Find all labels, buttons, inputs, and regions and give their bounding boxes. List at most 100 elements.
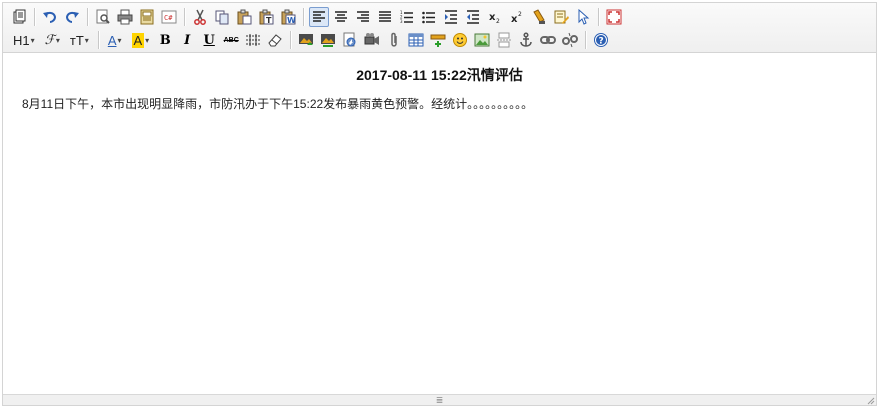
separator — [290, 31, 292, 49]
copy-icon — [215, 10, 229, 25]
anchor-button[interactable] — [516, 30, 536, 50]
print-icon — [117, 9, 133, 25]
template-button[interactable] — [137, 7, 157, 27]
table-button[interactable] — [406, 30, 426, 50]
unordered-list-button[interactable] — [419, 7, 439, 27]
align-left-button[interactable] — [309, 7, 329, 27]
horizontal-rule-button[interactable] — [243, 30, 263, 50]
ordered-list-button[interactable]: 123 — [397, 7, 417, 27]
align-justify-button[interactable] — [375, 7, 395, 27]
paste-text-icon: T — [259, 9, 274, 25]
indent-icon — [445, 10, 457, 24]
font-family-dropdown[interactable]: ℱ ▾ — [41, 30, 64, 50]
indent-button[interactable] — [441, 7, 461, 27]
subscript-button[interactable]: x2 — [485, 7, 505, 27]
unlink-button[interactable] — [560, 30, 580, 50]
fullscreen-button[interactable] — [604, 7, 624, 27]
align-center-icon — [335, 11, 347, 22]
cut-button[interactable] — [190, 7, 210, 27]
toolbar-row-1: C# T W 123 x2 x2 — [9, 6, 626, 28]
fullscreen-icon — [606, 9, 622, 25]
source-button[interactable] — [9, 7, 29, 27]
eraser-button[interactable] — [265, 30, 285, 50]
italic-label: I — [184, 32, 191, 48]
copy-button[interactable] — [212, 7, 232, 27]
redo-icon — [65, 11, 79, 23]
link-button[interactable] — [538, 30, 558, 50]
separator — [585, 31, 587, 49]
outdent-button[interactable] — [463, 7, 483, 27]
align-center-button[interactable] — [331, 7, 351, 27]
template-icon — [140, 9, 154, 25]
select-all-button[interactable] — [573, 7, 593, 27]
multi-image-button[interactable] — [318, 30, 338, 50]
help-button[interactable]: ? — [591, 30, 611, 50]
code-button[interactable]: C# — [159, 7, 179, 27]
insert-row-button[interactable] — [428, 30, 448, 50]
font-size-dropdown[interactable]: ᴛT ▾ — [66, 30, 93, 50]
ordered-list-icon: 123 — [400, 10, 413, 24]
superscript-button[interactable]: x2 — [507, 7, 527, 27]
resize-handle[interactable]: ≣ — [436, 395, 444, 405]
font-color-dropdown[interactable]: A ▾ — [104, 30, 126, 50]
heading-dropdown[interactable]: H1 ▾ — [9, 30, 39, 50]
format-painter-button[interactable] — [529, 7, 549, 27]
chevron-down-icon: ▾ — [55, 35, 60, 45]
svg-text:?: ? — [599, 37, 604, 47]
align-justify-icon — [379, 11, 391, 22]
page-break-button[interactable] — [494, 30, 514, 50]
smiley-icon — [453, 33, 468, 47]
image-gallery-button[interactable] — [472, 30, 492, 50]
editor-content-area[interactable]: 2017-08-11 15:22汛情评估 8月11日下午，本市出现明显降雨，市防… — [3, 53, 876, 395]
paste-icon — [237, 9, 252, 25]
font-size-label: ᴛT — [69, 32, 84, 48]
chevron-down-icon: ▾ — [30, 35, 35, 45]
chevron-down-icon: ▾ — [84, 35, 89, 45]
paste-word-button[interactable]: W — [278, 7, 298, 27]
link-icon — [540, 36, 557, 44]
align-right-button[interactable] — [353, 7, 373, 27]
svg-text:C#: C# — [164, 14, 173, 22]
video-icon — [364, 33, 380, 45]
align-right-icon — [357, 11, 369, 22]
underline-button[interactable]: U — [199, 30, 219, 50]
outdent-icon — [467, 10, 479, 24]
paste-text-button[interactable]: T — [256, 7, 276, 27]
preview-button[interactable] — [93, 7, 113, 27]
brush-icon — [533, 9, 545, 24]
flash-button[interactable] — [340, 30, 360, 50]
clear-format-button[interactable] — [551, 7, 571, 27]
emoticon-button[interactable] — [450, 30, 470, 50]
video-button[interactable] — [362, 30, 382, 50]
anchor-icon — [520, 32, 532, 47]
paste-button[interactable] — [234, 7, 254, 27]
background-color-label: A — [131, 32, 145, 48]
chevron-down-icon: ▾ — [145, 35, 150, 45]
toolbar-row-2: H1 ▾ ℱ ▾ ᴛT ▾ A ▾ A ▾ B I U ABC ? — [9, 29, 613, 51]
underline-label: U — [203, 32, 215, 48]
insert-image-button[interactable] — [296, 30, 316, 50]
horizontal-rule-icon — [246, 34, 261, 46]
print-button[interactable] — [115, 7, 135, 27]
editor-statusbar: ≣ — [3, 394, 876, 405]
svg-text:T: T — [266, 16, 272, 25]
separator — [87, 8, 88, 26]
resize-corner-icon[interactable] — [867, 397, 875, 405]
italic-button[interactable]: I — [177, 30, 197, 50]
svg-text:2: 2 — [496, 18, 500, 25]
page-break-icon — [497, 32, 512, 48]
undo-button[interactable] — [40, 7, 60, 27]
redo-button[interactable] — [62, 7, 82, 27]
bold-button[interactable]: B — [155, 30, 175, 50]
svg-text:2: 2 — [518, 11, 522, 18]
cursor-icon — [578, 9, 590, 25]
strikethrough-button[interactable]: ABC — [221, 30, 241, 50]
code-icon: C# — [161, 10, 177, 24]
attachment-button[interactable] — [384, 30, 404, 50]
document-paragraph: 8月11日下午，本市出现明显降雨，市防汛办于下午15:22发布暴雨黄色预警。经统… — [22, 97, 534, 111]
chevron-down-icon: ▾ — [117, 35, 122, 45]
subscript-icon: x2 — [489, 12, 500, 25]
background-color-dropdown[interactable]: A ▾ — [128, 30, 154, 50]
heading-label: H1 — [13, 32, 30, 48]
svg-text:W: W — [287, 16, 296, 25]
